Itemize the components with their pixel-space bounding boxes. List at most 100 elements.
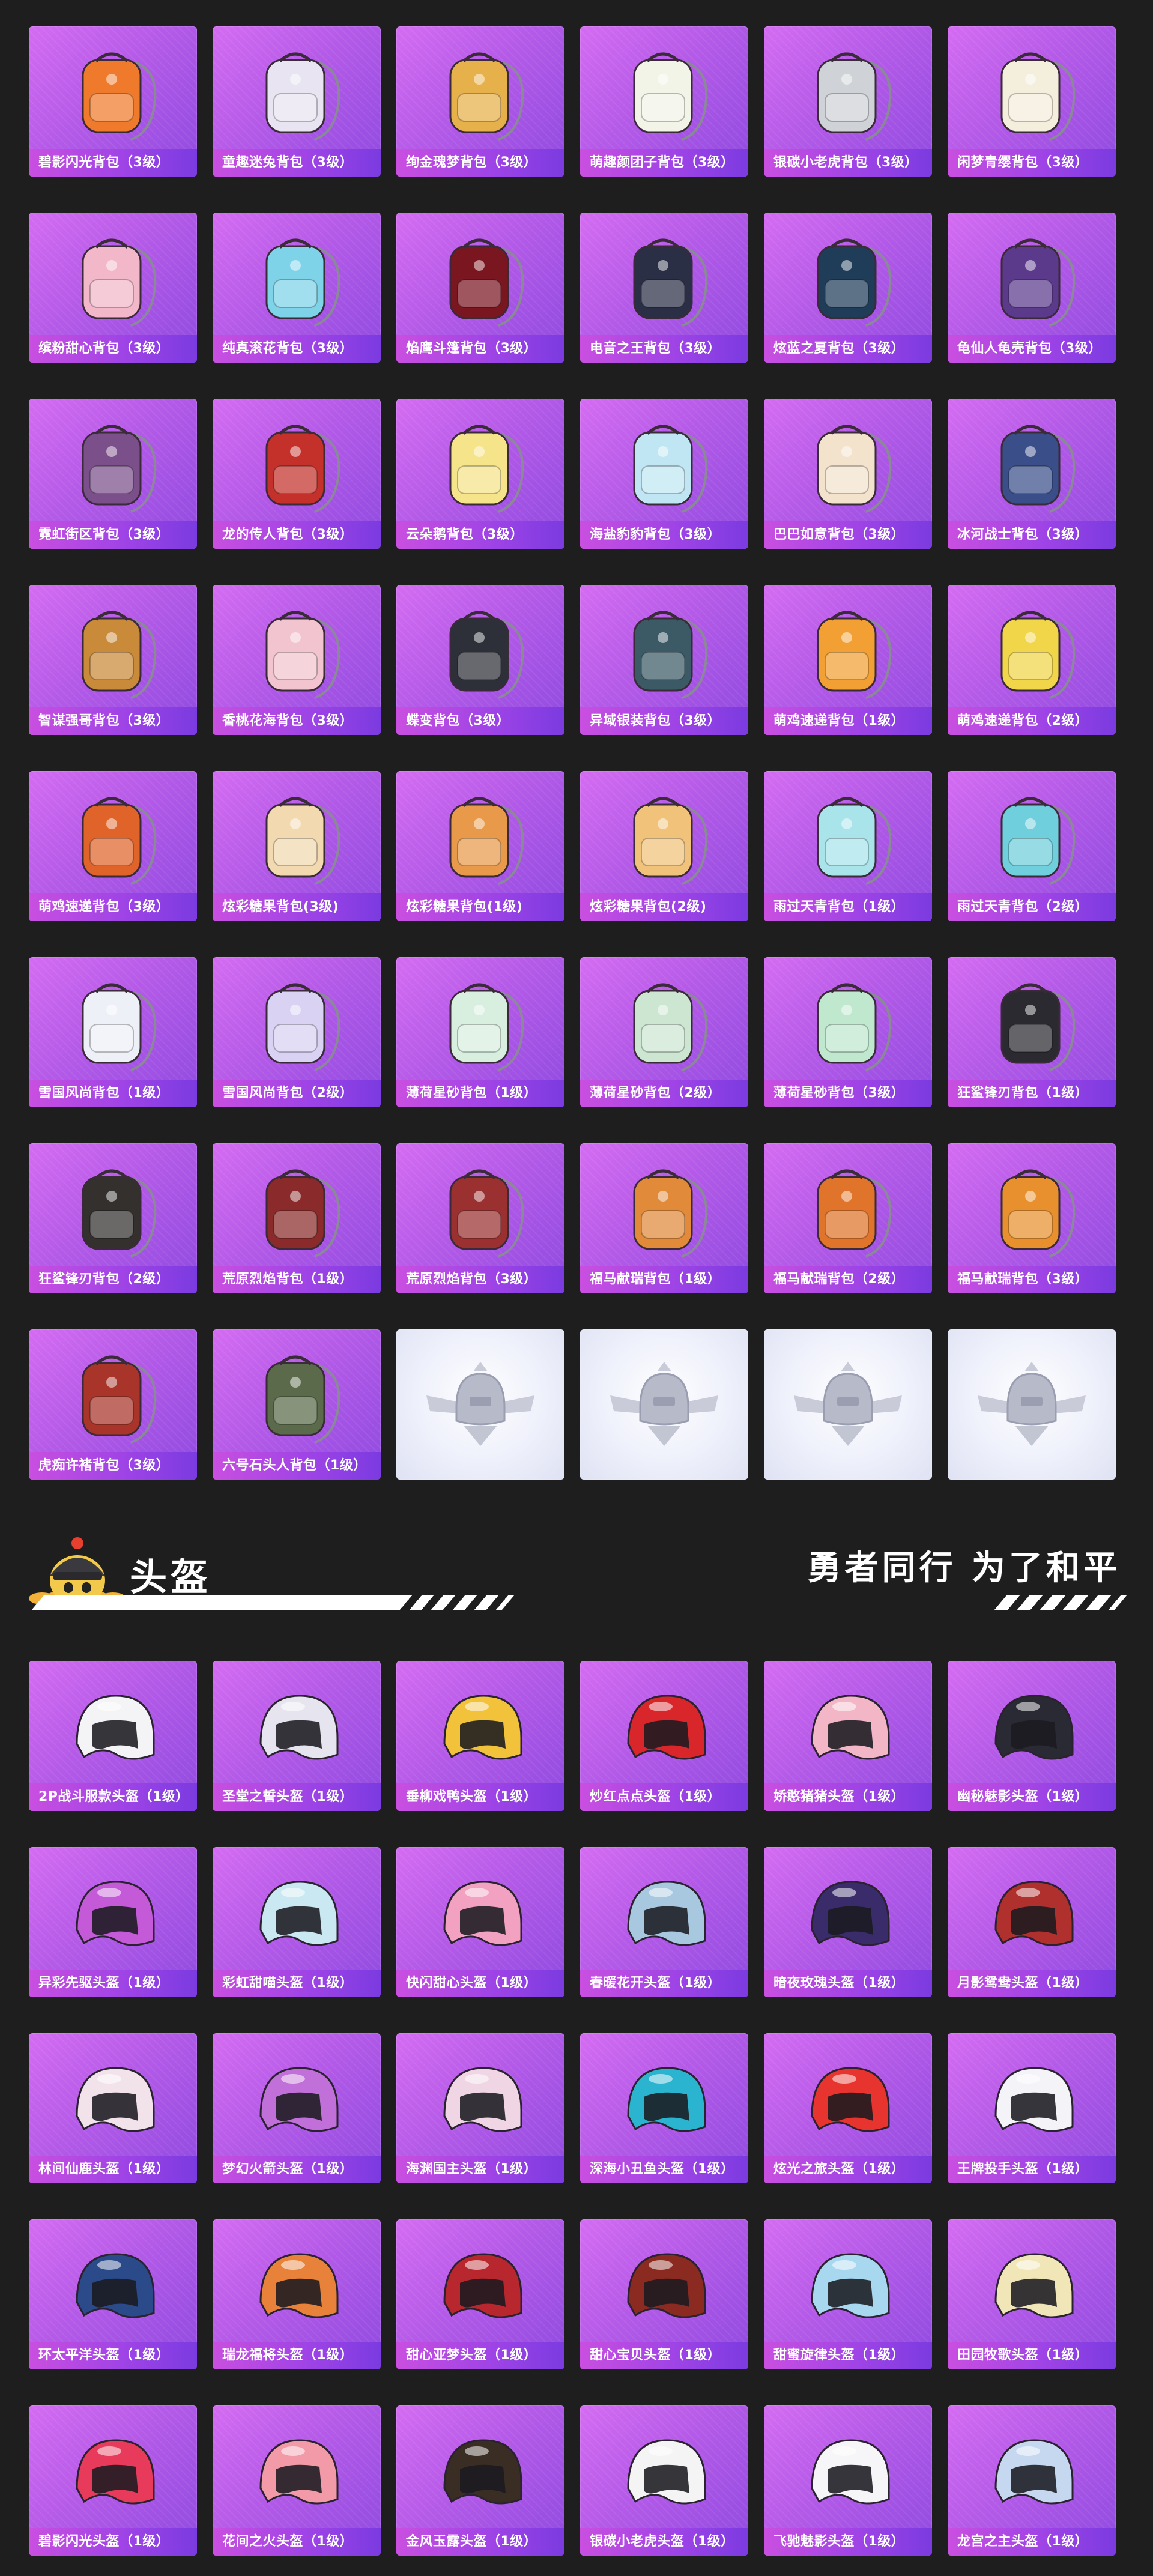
backpack-card[interactable]: 狂鲨锋刃背包（1级） <box>948 957 1116 1107</box>
backpack-card[interactable]: 炫彩糖果背包(3级) <box>213 771 381 921</box>
backpack-card[interactable]: 薄荷星砂背包（1级） <box>396 957 564 1107</box>
backpack-icon <box>449 52 524 141</box>
helmet-card[interactable]: 碧影闪光头盔（1级） <box>29 2405 197 2556</box>
backpack-card[interactable]: 虎痴许褚背包（3级） <box>29 1329 197 1480</box>
helmet-card[interactable]: 甜心亚梦头盔（1级） <box>396 2219 564 2369</box>
backpack-card[interactable]: 电音之王背包（3级） <box>580 213 748 363</box>
backpack-card[interactable]: 荒原烈焰背包（1级） <box>213 1143 381 1293</box>
backpack-card[interactable]: 福马献瑞背包（2级） <box>764 1143 932 1293</box>
helmet-card[interactable]: 甜心宝贝头盔（1级） <box>580 2219 748 2369</box>
helmet-card[interactable]: 炒红点点头盔（1级） <box>580 1661 748 1811</box>
helmet-card[interactable]: 飞驰魅影头盔（1级） <box>764 2405 932 2556</box>
helmet-card[interactable]: 2P战斗服款头盔（1级） <box>29 1661 197 1811</box>
backpack-card[interactable]: 龟仙人龟壳背包（3级） <box>948 213 1116 363</box>
backpack-icon <box>449 797 524 885</box>
backpack-card[interactable]: 福马献瑞背包（1级） <box>580 1143 748 1293</box>
helmet-card[interactable]: 金风玉露头盔（1级） <box>396 2405 564 2556</box>
helmet-card[interactable]: 林间仙鹿头盔（1级） <box>29 2033 197 2183</box>
backpack-card[interactable]: 炫蓝之夏背包（3级） <box>764 213 932 363</box>
helmet-card[interactable]: 异彩先驱头盔（1级） <box>29 1847 197 1997</box>
helmet-card[interactable]: 银碳小老虎头盔（1级） <box>580 2405 748 2556</box>
backpack-card[interactable]: 龙的传人背包（3级） <box>213 399 381 549</box>
backpack-card[interactable]: 巴巴如意背包（3级） <box>764 399 932 549</box>
helmet-card[interactable]: 瑞龙福将头盔（1级） <box>213 2219 381 2369</box>
helmet-card[interactable]: 春暖花开头盔（1级） <box>580 1847 748 1997</box>
backpack-card[interactable]: 缤粉甜心背包（3级） <box>29 213 197 363</box>
backpack-card[interactable]: 焰鹰斗篷背包（3级） <box>396 213 564 363</box>
helmet-icon <box>811 2439 890 2505</box>
helmet-card[interactable]: 田园牧歌头盔（1级） <box>948 2219 1116 2369</box>
backpack-card[interactable]: 云朵鹅背包（3级） <box>396 399 564 549</box>
backpack-card[interactable]: 六号石头人背包（1级） <box>213 1329 381 1480</box>
backpack-card[interactable]: 异域银装背包（3级） <box>580 585 748 735</box>
backpack-card[interactable]: 纯真滚花背包（3级） <box>213 213 381 363</box>
backpack-icon <box>1000 238 1076 327</box>
backpack-icon <box>265 983 340 1071</box>
backpack-card[interactable]: 智谋强哥背包（3级） <box>29 585 197 735</box>
backpack-card[interactable]: 冰河战士背包（3级） <box>948 399 1116 549</box>
backpack-card[interactable]: 薄荷星砂背包（3级） <box>764 957 932 1107</box>
backpack-card[interactable]: 荒原烈焰背包（3级） <box>396 1143 564 1293</box>
item-name-label: 萌鸡速递背包（1级） <box>764 707 932 735</box>
backpack-card[interactable]: 雪国风尚背包（2级） <box>213 957 381 1107</box>
helmet-card[interactable]: 垂柳戏鸭头盔（1级） <box>396 1661 564 1811</box>
helmet-card[interactable]: 快闪甜心头盔（1级） <box>396 1847 564 1997</box>
backpack-icon <box>82 797 157 885</box>
backpack-card[interactable]: 萌鸡速递背包（3级） <box>29 771 197 921</box>
item-name-label: 瑞龙福将头盔（1级） <box>213 2342 381 2369</box>
backpack-card[interactable]: 萌趣颜团子背包（3级） <box>580 26 748 177</box>
backpack-card[interactable]: 绚金瑰梦背包（3级） <box>396 26 564 177</box>
helmet-card[interactable]: 海渊国主头盔（1级） <box>396 2033 564 2183</box>
helmet-icon <box>443 1881 522 1946</box>
backpack-card[interactable]: 福马献瑞背包（3级） <box>948 1143 1116 1293</box>
helmet-icon <box>627 2253 706 2318</box>
helmet-card[interactable]: 花间之火头盔（1级） <box>213 2405 381 2556</box>
item-name-label: 娇憨猪猪头盔（1级） <box>764 1783 932 1811</box>
backpack-card[interactable]: 童趣迷兔背包（3级） <box>213 26 381 177</box>
backpack-card[interactable]: 炫彩糖果背包(2级) <box>580 771 748 921</box>
helmet-card[interactable]: 王牌投手头盔（1级） <box>948 2033 1116 2183</box>
backpack-card[interactable]: 炫彩糖果背包(1级) <box>396 771 564 921</box>
backpack-card[interactable]: 薄荷星砂背包（2级） <box>580 957 748 1107</box>
item-name-label: 荒原烈焰背包（3级） <box>396 1266 564 1293</box>
backpack-card[interactable]: 萌鸡速递背包（1级） <box>764 585 932 735</box>
item-name-label: 炫彩糖果背包(3级) <box>213 893 381 921</box>
item-name-label: 闲梦青缨背包（3级） <box>948 149 1116 177</box>
helmet-card[interactable]: 梦幻火箭头盔（1级） <box>213 2033 381 2183</box>
backpack-card[interactable]: 雪国风尚背包（1级） <box>29 957 197 1107</box>
backpack-card[interactable]: 银碳小老虎背包（3级） <box>764 26 932 177</box>
item-name-label: 冰河战士背包（3级） <box>948 521 1116 549</box>
backpack-card[interactable]: 萌鸡速递背包（2级） <box>948 585 1116 735</box>
item-name-label: 电音之王背包（3级） <box>580 335 748 363</box>
backpack-card[interactable]: 香桃花海背包（3级） <box>213 585 381 735</box>
backpack-card[interactable]: 雨过天青背包（1级） <box>764 771 932 921</box>
backpack-icon <box>817 797 892 885</box>
helmet-icon <box>76 2067 155 2132</box>
backpack-card[interactable]: 霓虹街区背包（3级） <box>29 399 197 549</box>
backpack-card[interactable]: 狂鲨锋刃背包（2级） <box>29 1143 197 1293</box>
helmet-card[interactable]: 幽秘魅影头盔（1级） <box>948 1661 1116 1811</box>
helmet-card[interactable]: 月影鸳鸯头盔（1级） <box>948 1847 1116 1997</box>
helmet-card[interactable]: 炫光之旅头盔（1级） <box>764 2033 932 2183</box>
empty-slot-card <box>764 1329 932 1480</box>
backpack-card[interactable]: 雨过天青背包（2级） <box>948 771 1116 921</box>
backpack-card[interactable]: 蝶变背包（3级） <box>396 585 564 735</box>
backpack-card[interactable]: 碧影闪光背包（3级） <box>29 26 197 177</box>
helmet-card[interactable]: 暗夜玫瑰头盔（1级） <box>764 1847 932 1997</box>
item-name-label: 环太平洋头盔（1级） <box>29 2342 197 2369</box>
title-underline-bar <box>31 1595 405 1610</box>
helmet-card[interactable]: 娇憨猪猪头盔（1级） <box>764 1661 932 1811</box>
helmet-card[interactable]: 甜蜜旋律头盔（1级） <box>764 2219 932 2369</box>
helmet-icon <box>994 2439 1074 2505</box>
helmet-card[interactable]: 深海小丑鱼头盔（1级） <box>580 2033 748 2183</box>
helmet-card[interactable]: 龙宫之主头盔（1级） <box>948 2405 1116 2556</box>
item-name-label: 缤粉甜心背包（3级） <box>29 335 197 363</box>
helmet-card[interactable]: 圣堂之誓头盔（1级） <box>213 1661 381 1811</box>
backpack-card[interactable]: 海盐豹豹背包（3级） <box>580 399 748 549</box>
helmet-icon <box>811 1695 890 1760</box>
backpack-card[interactable]: 闲梦青缨背包（3级） <box>948 26 1116 177</box>
backpack-icon <box>633 52 708 141</box>
item-name-label: 荒原烈焰背包（1级） <box>213 1266 381 1293</box>
helmet-card[interactable]: 环太平洋头盔（1级） <box>29 2219 197 2369</box>
helmet-card[interactable]: 彩虹甜喵头盔（1级） <box>213 1847 381 1997</box>
